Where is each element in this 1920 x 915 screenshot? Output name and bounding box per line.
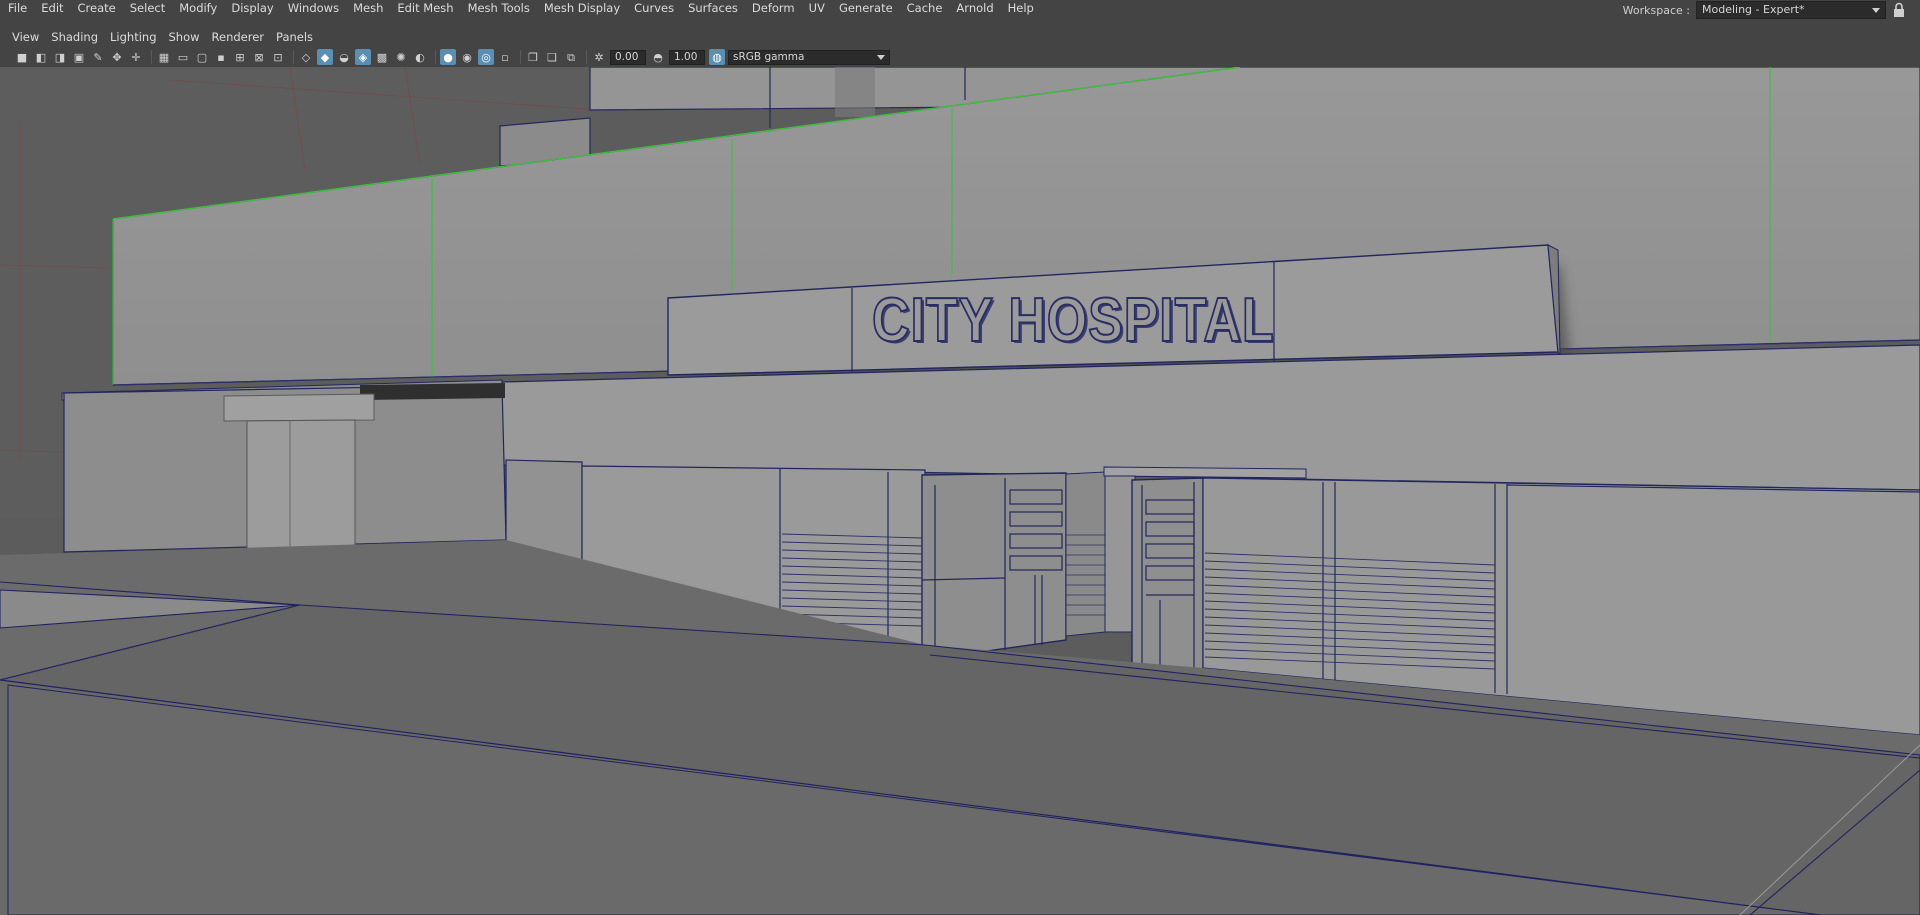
two-d-pan-icon[interactable]: ✥ [109, 49, 125, 65]
film-gate-icon[interactable]: ▭ [175, 49, 191, 65]
exposure-icon[interactable]: ✲ [591, 49, 607, 65]
default-material-icon[interactable]: ◒ [336, 49, 352, 65]
xray-icon[interactable]: ❑ [544, 49, 560, 65]
panel-menu-renderer[interactable]: Renderer [206, 30, 271, 44]
toolbar-divider [520, 50, 521, 64]
smooth-shade-icon[interactable]: ◆ [317, 49, 333, 65]
viewport-3d[interactable]: CITY HOSPITAL [0, 67, 1920, 915]
shadows-icon[interactable]: ◐ [412, 49, 428, 65]
menu-edit-mesh[interactable]: Edit Mesh [390, 0, 460, 17]
gamma-field[interactable]: 1.00 [669, 49, 705, 65]
depth-of-field-icon[interactable]: ▫ [497, 49, 513, 65]
anti-aliasing-icon[interactable]: ◎ [478, 49, 494, 65]
pillar-column [246, 419, 356, 560]
field-chart-icon[interactable]: ⊞ [232, 49, 248, 65]
gate-mask-icon[interactable]: ▪ [213, 49, 229, 65]
toolbar-divider [151, 50, 152, 64]
camera-icon[interactable]: ■ [14, 49, 30, 65]
image-plane-icon[interactable]: ▣ [71, 49, 87, 65]
entrance-door-left [921, 472, 1067, 661]
hospital-sign-text: CITY HOSPITAL [871, 285, 1275, 356]
panel-menu-bar: View Shading Lighting Show Renderer Pane… [0, 27, 319, 47]
panel-menu-show[interactable]: Show [163, 30, 206, 44]
lock-icon[interactable] [1892, 2, 1906, 18]
support-pillar [223, 393, 375, 422]
color-management-icon[interactable]: ◍ [709, 49, 725, 65]
menu-create[interactable]: Create [71, 0, 123, 17]
menu-mesh-display[interactable]: Mesh Display [537, 0, 627, 17]
xray-joints-icon[interactable]: ⧉ [563, 49, 579, 65]
scene-wireframe [0, 67, 1920, 915]
screen-space-ao-icon[interactable]: ● [440, 49, 456, 65]
menu-modify[interactable]: Modify [172, 0, 224, 17]
panel-menu-panels[interactable]: Panels [270, 30, 319, 44]
menu-curves[interactable]: Curves [627, 0, 681, 17]
chevron-down-icon [1872, 8, 1880, 13]
entrance-door-right [1131, 477, 1204, 681]
panel-menu-view[interactable]: View [0, 30, 45, 44]
view-transform-value: sRGB gamma [733, 50, 805, 63]
menu-file[interactable]: File [0, 0, 34, 17]
panel-toolbar: ■ ◧ ◨ ▣ ✎ ✥ ✛ ▦ ▭ ▢ ▪ ⊞ ⊠ ⊡ ◇ ◆ ◒ ◈ ▩ ✺ … [0, 47, 1920, 67]
grease-pencil-icon[interactable]: ✎ [90, 49, 106, 65]
menu-deform[interactable]: Deform [745, 0, 802, 17]
toolbar-divider [586, 50, 587, 64]
safe-action-icon[interactable]: ⊠ [251, 49, 267, 65]
gamma-icon[interactable]: ◓ [650, 49, 666, 65]
menu-arnold[interactable]: Arnold [949, 0, 1000, 17]
workspace-dropdown[interactable]: Modeling - Expert* [1696, 1, 1886, 19]
workspace-value: Modeling - Expert* [1702, 3, 1805, 16]
wireframe-on-shaded-icon[interactable]: ◈ [355, 49, 371, 65]
isolate-select-icon[interactable]: ❐ [525, 49, 541, 65]
menu-edit[interactable]: Edit [34, 0, 70, 17]
toolbar-divider [293, 50, 294, 64]
exposure-field[interactable]: 0.00 [610, 49, 646, 65]
menu-windows[interactable]: Windows [281, 0, 346, 17]
resolution-gate-icon[interactable]: ▢ [194, 49, 210, 65]
motion-blur-icon[interactable]: ◉ [459, 49, 475, 65]
panel-menu-lighting[interactable]: Lighting [104, 30, 162, 44]
safe-title-icon[interactable]: ⊡ [270, 49, 286, 65]
bookmark-icon[interactable]: ◨ [52, 49, 68, 65]
menu-cache[interactable]: Cache [900, 0, 950, 17]
view-transform-dropdown[interactable]: sRGB gamma [728, 49, 890, 65]
grid-snap-icon[interactable]: ✛ [128, 49, 144, 65]
workspace-selector: Workspace : Modeling - Expert* [1623, 0, 1906, 20]
chevron-down-icon [877, 54, 885, 60]
workspace-label: Workspace : [1622, 3, 1690, 17]
wireframe-icon[interactable]: ◇ [298, 49, 314, 65]
menu-generate[interactable]: Generate [832, 0, 900, 17]
menu-display[interactable]: Display [224, 0, 280, 17]
textured-icon[interactable]: ▩ [374, 49, 390, 65]
menu-surfaces[interactable]: Surfaces [681, 0, 745, 17]
menu-mesh-tools[interactable]: Mesh Tools [461, 0, 537, 17]
panel-menu-shading[interactable]: Shading [45, 30, 104, 44]
camera-attributes-icon[interactable]: ◧ [33, 49, 49, 65]
menu-mesh[interactable]: Mesh [346, 0, 390, 17]
menu-uv[interactable]: UV [802, 0, 832, 17]
toolbar-divider [435, 50, 436, 64]
menu-select[interactable]: Select [123, 0, 172, 17]
grid-icon[interactable]: ▦ [156, 49, 172, 65]
lights-icon[interactable]: ✺ [393, 49, 409, 65]
menu-help[interactable]: Help [1001, 0, 1041, 17]
